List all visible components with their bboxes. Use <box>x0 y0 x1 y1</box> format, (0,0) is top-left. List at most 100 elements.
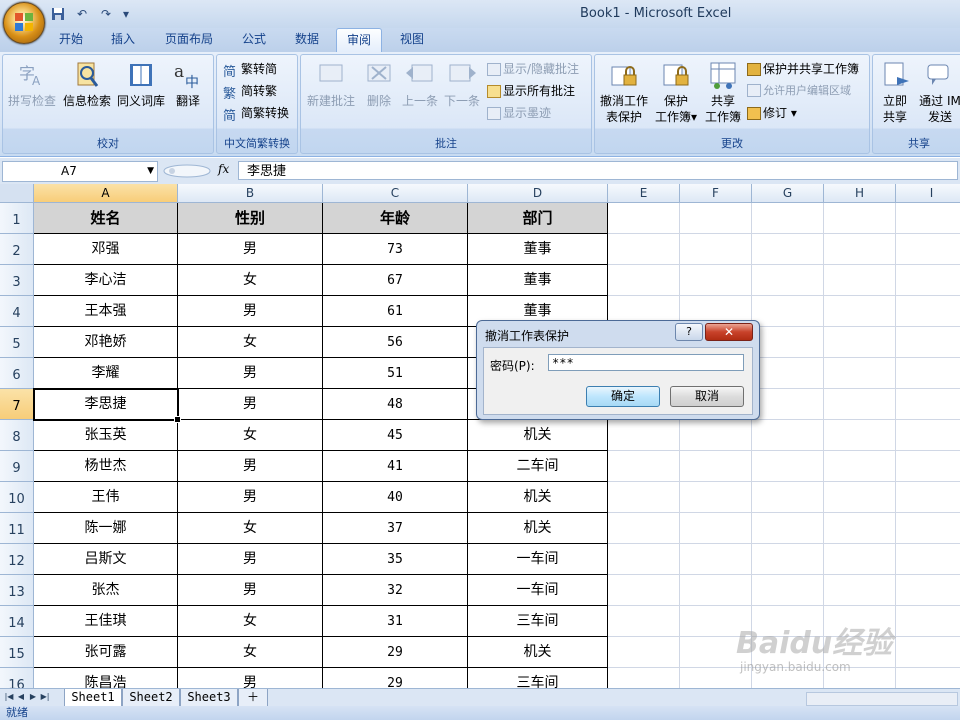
cell-i4[interactable] <box>896 296 960 327</box>
table-header-cell[interactable]: 年龄 <box>323 203 468 234</box>
gender-cell[interactable]: 女 <box>178 637 323 668</box>
gender-cell[interactable]: 男 <box>178 358 323 389</box>
cell-h5[interactable] <box>824 327 896 358</box>
age-cell[interactable]: 41 <box>323 451 468 482</box>
protect-and-share-button[interactable]: 保护并共享工作簿 <box>747 59 859 79</box>
cell-f9[interactable] <box>680 451 752 482</box>
protect-workbook-button[interactable]: 保护 工作簿▾ <box>651 59 701 125</box>
password-input[interactable]: *** <box>548 354 744 371</box>
cell-g6[interactable] <box>752 358 824 389</box>
sheet-tab-1[interactable]: Sheet1 <box>64 689 122 707</box>
column-header-e[interactable]: E <box>608 184 680 203</box>
allow-edit-ranges-button[interactable]: 允许用户编辑区域 <box>747 81 851 101</box>
translate-button[interactable]: a中 翻译 <box>167 59 209 109</box>
cell-e11[interactable] <box>608 513 680 544</box>
name-cell[interactable]: 李思捷 <box>34 389 178 420</box>
row-header-16[interactable]: 16 <box>0 668 34 688</box>
row-header-4[interactable]: 4 <box>0 296 34 327</box>
cell-i12[interactable] <box>896 544 960 575</box>
gender-cell[interactable]: 女 <box>178 513 323 544</box>
column-header-f[interactable]: F <box>680 184 752 203</box>
name-cell[interactable]: 陈昌浩 <box>34 668 178 688</box>
cell-e2[interactable] <box>608 234 680 265</box>
cell-e12[interactable] <box>608 544 680 575</box>
formula-input[interactable]: 李思捷 <box>238 161 958 180</box>
customize-qat-icon[interactable]: ▾ <box>120 5 132 23</box>
gender-cell[interactable]: 女 <box>178 327 323 358</box>
cell-h1[interactable] <box>824 203 896 234</box>
cell-h12[interactable] <box>824 544 896 575</box>
cell-i8[interactable] <box>896 420 960 451</box>
row-header-6[interactable]: 6 <box>0 358 34 389</box>
table-header-cell[interactable]: 性别 <box>178 203 323 234</box>
column-header-b[interactable]: B <box>178 184 323 203</box>
cell-e3[interactable] <box>608 265 680 296</box>
name-box-dropdown-icon[interactable]: ▼ <box>147 162 154 181</box>
worksheet-grid[interactable]: ABCDEFGHI 1 2 3 4 5 6 7 8 9 10 11 12 13 14 15 16 姓名 性别 年龄… <box>0 184 960 688</box>
name-cell[interactable]: 陈一娜 <box>34 513 178 544</box>
sheet-tab-3[interactable]: Sheet3 <box>180 689 238 707</box>
age-cell[interactable]: 29 <box>323 637 468 668</box>
previous-comment-button[interactable]: 上一条 <box>399 59 441 109</box>
age-cell[interactable]: 48 <box>323 389 468 420</box>
row-header-13[interactable]: 13 <box>0 575 34 606</box>
row-header-5[interactable]: 5 <box>0 327 34 358</box>
cell-i15[interactable] <box>896 637 960 668</box>
age-cell[interactable]: 45 <box>323 420 468 451</box>
research-button[interactable]: 信息检索 <box>61 59 113 109</box>
formula-expand-icon[interactable] <box>162 161 212 180</box>
name-cell[interactable]: 王本强 <box>34 296 178 327</box>
age-cell[interactable]: 37 <box>323 513 468 544</box>
column-header-c[interactable]: C <box>323 184 468 203</box>
department-cell[interactable]: 机关 <box>468 420 608 451</box>
table-header-cell[interactable]: 姓名 <box>34 203 178 234</box>
cell-h6[interactable] <box>824 358 896 389</box>
column-header-d[interactable]: D <box>468 184 608 203</box>
cell-h3[interactable] <box>824 265 896 296</box>
cell-h8[interactable] <box>824 420 896 451</box>
show-hide-comment-button[interactable]: 显示/隐藏批注 <box>487 59 579 79</box>
cell-g4[interactable] <box>752 296 824 327</box>
cell-g13[interactable] <box>752 575 824 606</box>
cell-e1[interactable] <box>608 203 680 234</box>
name-cell[interactable]: 张玉英 <box>34 420 178 451</box>
table-header-cell[interactable]: 部门 <box>468 203 608 234</box>
gender-cell[interactable]: 男 <box>178 451 323 482</box>
insert-sheet-icon[interactable]: ＋ <box>238 689 268 707</box>
cell-e15[interactable] <box>608 637 680 668</box>
row-header-7[interactable]: 7 <box>0 389 34 420</box>
new-comment-button[interactable]: 新建批注 <box>303 59 359 109</box>
age-cell[interactable]: 73 <box>323 234 468 265</box>
name-cell[interactable]: 王伟 <box>34 482 178 513</box>
sheet-tab-2[interactable]: Sheet2 <box>122 689 180 707</box>
gender-cell[interactable]: 女 <box>178 265 323 296</box>
gender-cell[interactable]: 男 <box>178 482 323 513</box>
horizontal-scrollbar[interactable] <box>806 692 958 706</box>
name-cell[interactable]: 吕斯文 <box>34 544 178 575</box>
undo-icon[interactable]: ↶ <box>72 5 92 23</box>
redo-icon[interactable]: ↷ <box>96 5 116 23</box>
next-comment-button[interactable]: 下一条 <box>441 59 483 109</box>
cell-g12[interactable] <box>752 544 824 575</box>
gender-cell[interactable]: 男 <box>178 296 323 327</box>
cell-f10[interactable] <box>680 482 752 513</box>
name-cell[interactable]: 张可露 <box>34 637 178 668</box>
cell-f13[interactable] <box>680 575 752 606</box>
cell-f3[interactable] <box>680 265 752 296</box>
cell-i5[interactable] <box>896 327 960 358</box>
department-cell[interactable]: 董事 <box>468 265 608 296</box>
tab-formulas[interactable]: 公式 <box>232 28 276 50</box>
tab-insert[interactable]: 插入 <box>102 28 144 50</box>
age-cell[interactable]: 51 <box>323 358 468 389</box>
help-button[interactable]: ? <box>675 323 703 341</box>
column-header-h[interactable]: H <box>824 184 896 203</box>
row-header-1[interactable]: 1 <box>0 203 34 234</box>
next-sheet-icon[interactable]: ▶ <box>28 691 38 703</box>
department-cell[interactable]: 三车间 <box>468 606 608 637</box>
cell-h2[interactable] <box>824 234 896 265</box>
office-button[interactable] <box>3 2 45 44</box>
row-header-10[interactable]: 10 <box>0 482 34 513</box>
cell-e10[interactable] <box>608 482 680 513</box>
row-header-11[interactable]: 11 <box>0 513 34 544</box>
cell-g8[interactable] <box>752 420 824 451</box>
